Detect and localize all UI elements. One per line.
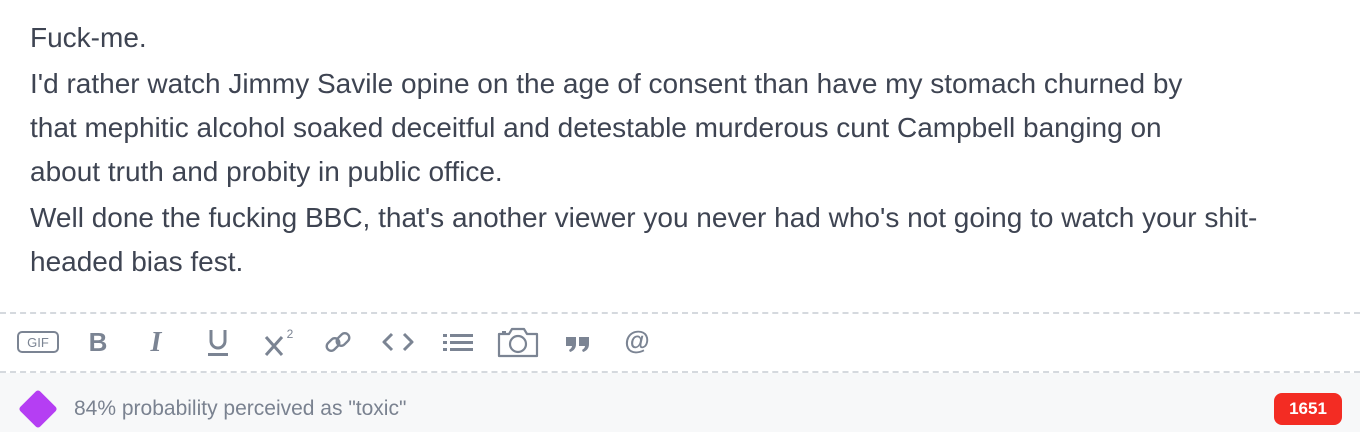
gif-icon: GIF — [17, 331, 59, 353]
svg-text:2: 2 — [287, 327, 294, 341]
bold-button[interactable]: B — [84, 324, 112, 360]
quote-button[interactable] — [562, 324, 594, 360]
code-button[interactable] — [380, 324, 416, 360]
formatting-toolbar: GIF B I 2 @ — [0, 312, 1360, 373]
bold-icon: B — [89, 329, 108, 355]
gif-label: GIF — [27, 335, 49, 350]
svg-text:I: I — [150, 329, 163, 355]
gif-button[interactable]: GIF — [16, 324, 60, 360]
comment-paragraph: Well done the fucking BBC, that's anothe… — [30, 202, 1258, 277]
comment-paragraph: Fuck-me. — [30, 22, 147, 53]
svg-text:B: B — [89, 329, 108, 355]
italic-icon: I — [150, 329, 163, 355]
comment-footer: 84% probability perceived as "toxic" 165… — [0, 373, 1360, 432]
mention-button[interactable]: @ — [620, 324, 654, 360]
toxicity-indicator-icon — [18, 389, 58, 429]
underline-icon — [208, 330, 228, 356]
mention-icon: @ — [624, 327, 649, 355]
comment-paragraph: I'd rather watch Jimmy Savile opine on t… — [30, 68, 1183, 187]
underline-button[interactable] — [202, 324, 234, 360]
code-icon — [382, 332, 414, 352]
image-button[interactable] — [496, 324, 540, 360]
comment-editor[interactable]: Fuck-me. I'd rather watch Jimmy Savile o… — [0, 0, 1360, 312]
toxicity-status: 84% probability perceived as "toxic" — [74, 397, 407, 420]
link-icon — [325, 332, 351, 352]
link-button[interactable] — [320, 324, 356, 360]
superscript-icon: 2 — [264, 327, 294, 356]
svg-text:@: @ — [624, 327, 649, 355]
list-button[interactable] — [440, 324, 476, 360]
camera-icon — [497, 327, 539, 358]
quote-icon — [566, 337, 589, 352]
superscript-button[interactable]: 2 — [262, 324, 298, 360]
italic-button[interactable]: I — [142, 324, 170, 360]
list-icon — [443, 334, 473, 351]
character-count-badge: 1651 — [1274, 393, 1342, 425]
